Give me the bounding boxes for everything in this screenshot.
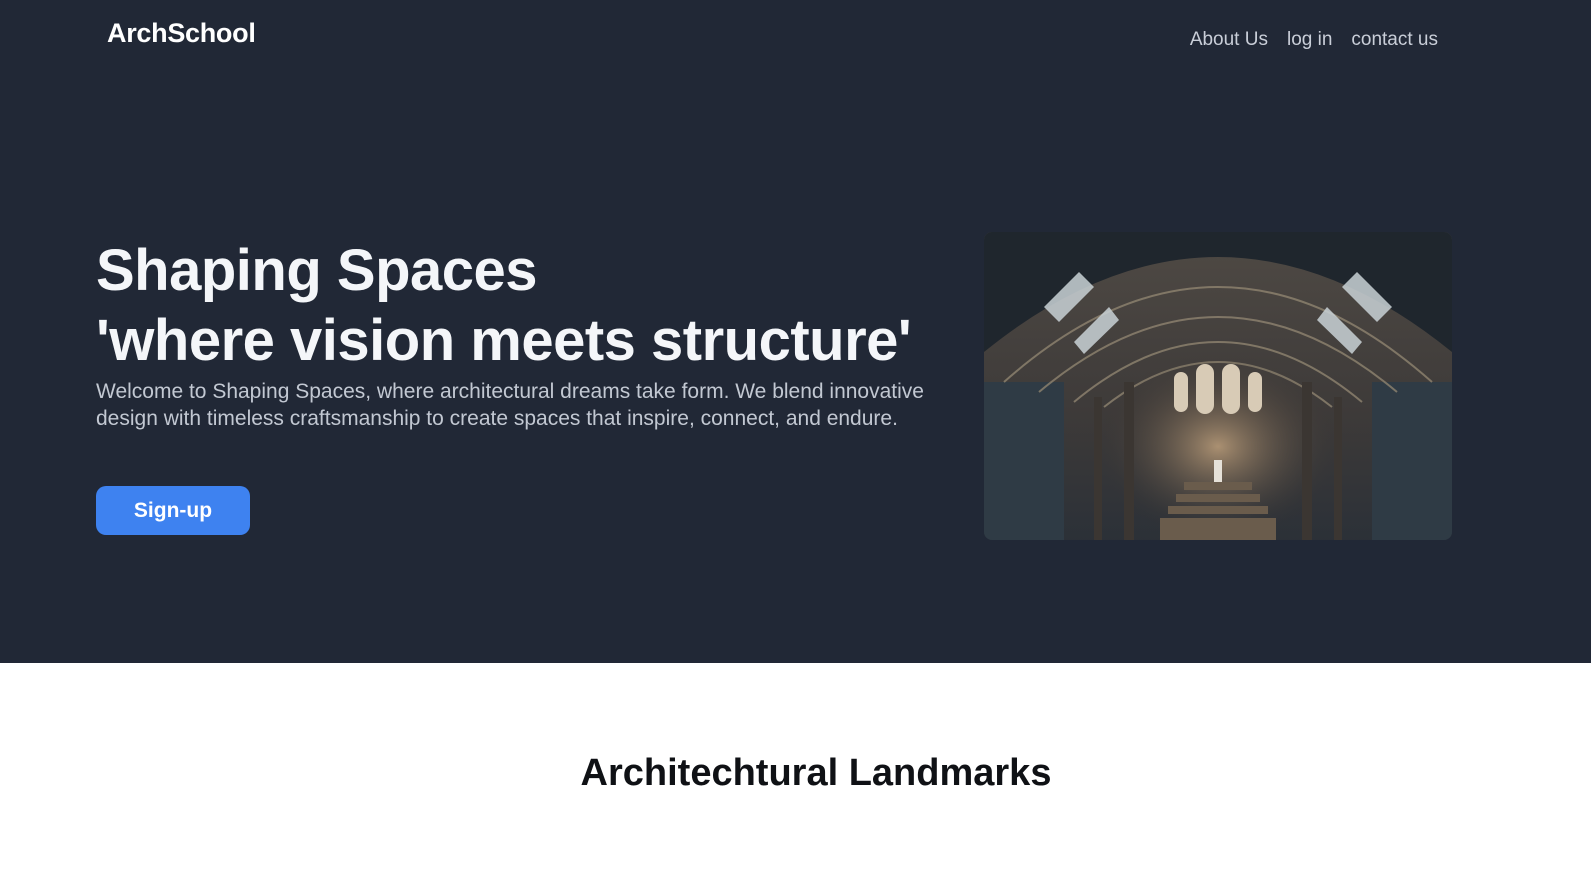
nav-login-link[interactable]: log in	[1287, 29, 1332, 51]
brand-logo[interactable]: ArchSchool	[107, 18, 256, 49]
signup-button[interactable]: Sign-up	[96, 486, 250, 535]
hero-description: Welcome to Shaping Spaces, where archite…	[96, 380, 924, 430]
landmarks-title: Architechtural Landmarks	[580, 752, 1052, 794]
hero-title: Shaping Spaces 'where vision meets struc…	[96, 236, 912, 376]
nav-contact-us-link[interactable]: contact us	[1351, 29, 1438, 51]
hero-title-line-2: 'where vision meets structure'	[96, 308, 912, 373]
nav-about-us-link[interactable]: About Us	[1190, 29, 1268, 51]
arched-hall-image	[984, 232, 1452, 540]
hero-section: ArchSchool About Us log in contact us Sh…	[0, 0, 1591, 663]
top-nav: About Us log in contact us	[1190, 29, 1438, 51]
hero-title-line-1: Shaping Spaces	[96, 238, 538, 303]
